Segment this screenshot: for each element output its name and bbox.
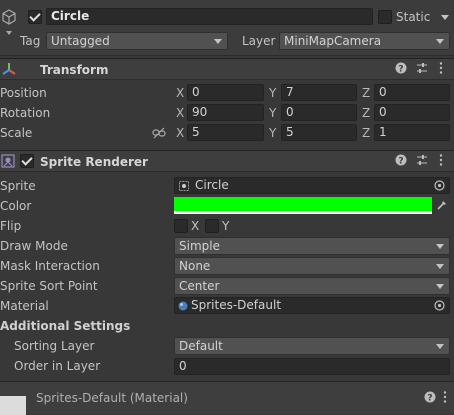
- chevron-down-icon[interactable]: [6, 31, 12, 35]
- flip-label: Flip: [0, 219, 22, 233]
- position-z-field[interactable]: 0: [374, 84, 450, 101]
- rotation-z-axis: Z: [362, 106, 371, 120]
- layer-label: Layer: [242, 34, 276, 48]
- sprite-sort-point-label: Sprite Sort Point: [0, 279, 98, 293]
- order-in-layer-label: Order in Layer: [14, 359, 101, 373]
- transform-title: Transform: [40, 63, 109, 77]
- flip-x-checkbox[interactable]: [174, 219, 188, 233]
- layer-value: MiniMapCamera: [284, 34, 382, 48]
- chevron-down-icon: [436, 244, 444, 249]
- gameobject-active-checkbox[interactable]: [28, 10, 42, 24]
- chevron-down-icon: [436, 39, 444, 44]
- scale-x-axis: X: [176, 126, 185, 140]
- mask-interaction-dropdown[interactable]: None: [174, 257, 450, 275]
- transform-axes-icon: [2, 63, 16, 75]
- sprite-value: Circle: [195, 178, 229, 192]
- sorting-layer-label: Sorting Layer: [14, 339, 95, 353]
- object-picker-icon[interactable]: [434, 300, 445, 311]
- kebab-menu-icon[interactable]: [438, 153, 444, 171]
- rotation-label: Rotation: [0, 106, 51, 120]
- question-circle-icon[interactable]: ?: [395, 154, 407, 170]
- eyedropper-icon[interactable]: [436, 199, 448, 211]
- sliders-icon[interactable]: [416, 62, 428, 78]
- sprite-label: Sprite: [0, 179, 36, 193]
- position-z-axis: Z: [362, 86, 371, 100]
- sliders-icon[interactable]: [416, 154, 428, 170]
- scale-y-axis: Y: [269, 126, 277, 140]
- additional-settings-heading: Additional Settings: [0, 319, 131, 333]
- position-label: Position: [0, 86, 47, 100]
- static-dropdown-arrow-icon[interactable]: [441, 15, 449, 20]
- sprite-sort-point-dropdown[interactable]: Center: [174, 277, 450, 295]
- sprite-sort-point-value: Center: [179, 279, 220, 293]
- chevron-down-icon: [436, 284, 444, 289]
- sorting-layer-dropdown[interactable]: Default: [174, 337, 450, 355]
- question-circle-icon[interactable]: ?: [395, 62, 407, 78]
- svg-text:?: ?: [398, 157, 403, 167]
- sprite-renderer-header[interactable]: Sprite Renderer ?: [0, 150, 454, 172]
- rotation-z-field[interactable]: 0: [374, 104, 450, 121]
- scale-z-axis: Z: [362, 126, 371, 140]
- scale-x-field[interactable]: 5: [187, 124, 264, 141]
- tag-dropdown[interactable]: Untagged: [46, 32, 228, 50]
- chevron-down-icon: [214, 39, 222, 44]
- material-footer[interactable]: Sprites-Default (Material) ?: [0, 381, 454, 415]
- rotation-y-field[interactable]: 0: [281, 104, 357, 121]
- sprite-renderer-enabled-checkbox[interactable]: [20, 154, 34, 168]
- draw-mode-dropdown[interactable]: Simple: [174, 237, 450, 255]
- draw-mode-value: Simple: [179, 239, 220, 253]
- position-y-field[interactable]: 7: [281, 84, 357, 101]
- draw-mode-label: Draw Mode: [0, 239, 68, 253]
- static-label: Static: [396, 10, 431, 24]
- position-x-field[interactable]: 0: [187, 84, 264, 101]
- order-in-layer-field[interactable]: 0: [174, 358, 450, 375]
- sprite-renderer-icon: [1, 154, 15, 168]
- chevron-down-icon: [436, 344, 444, 349]
- kebab-menu-icon[interactable]: [442, 390, 448, 408]
- material-value: Sprites-Default: [191, 298, 282, 312]
- object-picker-icon[interactable]: [434, 180, 445, 191]
- gameobject-name-field[interactable]: Circle: [46, 8, 373, 25]
- svg-text:?: ?: [427, 394, 432, 404]
- rotation-y-axis: Y: [269, 106, 277, 120]
- kebab-menu-icon[interactable]: [438, 61, 444, 79]
- mask-interaction-value: None: [179, 259, 211, 273]
- gameobject-cube-icon: [2, 9, 16, 25]
- color-swatch[interactable]: [174, 197, 432, 214]
- layer-dropdown[interactable]: MiniMapCamera: [279, 32, 450, 50]
- scale-y-field[interactable]: 5: [281, 124, 357, 141]
- tag-label: Tag: [20, 34, 41, 48]
- position-x-axis: X: [176, 86, 185, 100]
- tag-value: Untagged: [51, 34, 110, 48]
- sorting-layer-value: Default: [179, 339, 223, 353]
- sprite-asset-icon: [179, 181, 189, 191]
- material-preview-thumbnail: [0, 396, 26, 415]
- material-label: Material: [0, 299, 49, 313]
- sprite-object-field[interactable]: Circle: [174, 177, 450, 194]
- transform-header[interactable]: Transform ?: [0, 58, 454, 80]
- material-footer-title: Sprites-Default (Material): [36, 391, 188, 405]
- mask-interaction-label: Mask Interaction: [0, 259, 100, 273]
- question-circle-icon[interactable]: ?: [424, 391, 436, 407]
- material-object-field[interactable]: Sprites-Default: [174, 297, 450, 314]
- static-checkbox[interactable]: [378, 10, 392, 24]
- chevron-down-icon: [436, 264, 444, 269]
- flip-y-checkbox[interactable]: [205, 219, 219, 233]
- material-sphere-icon: [178, 301, 188, 311]
- position-y-axis: Y: [269, 86, 277, 100]
- svg-text:?: ?: [398, 65, 403, 75]
- flip-x-label: X: [191, 219, 200, 233]
- gameobject-header: Circle Static Tag Untagged Layer MiniMap…: [0, 0, 454, 56]
- scale-label: Scale: [0, 126, 33, 140]
- flip-y-label: Y: [222, 219, 230, 233]
- link-icon[interactable]: [152, 127, 166, 139]
- scale-z-field[interactable]: 1: [374, 124, 450, 141]
- rotation-x-axis: X: [176, 106, 185, 120]
- rotation-x-field[interactable]: 90: [187, 104, 264, 121]
- sprite-renderer-title: Sprite Renderer: [40, 155, 148, 169]
- color-label: Color: [0, 199, 32, 213]
